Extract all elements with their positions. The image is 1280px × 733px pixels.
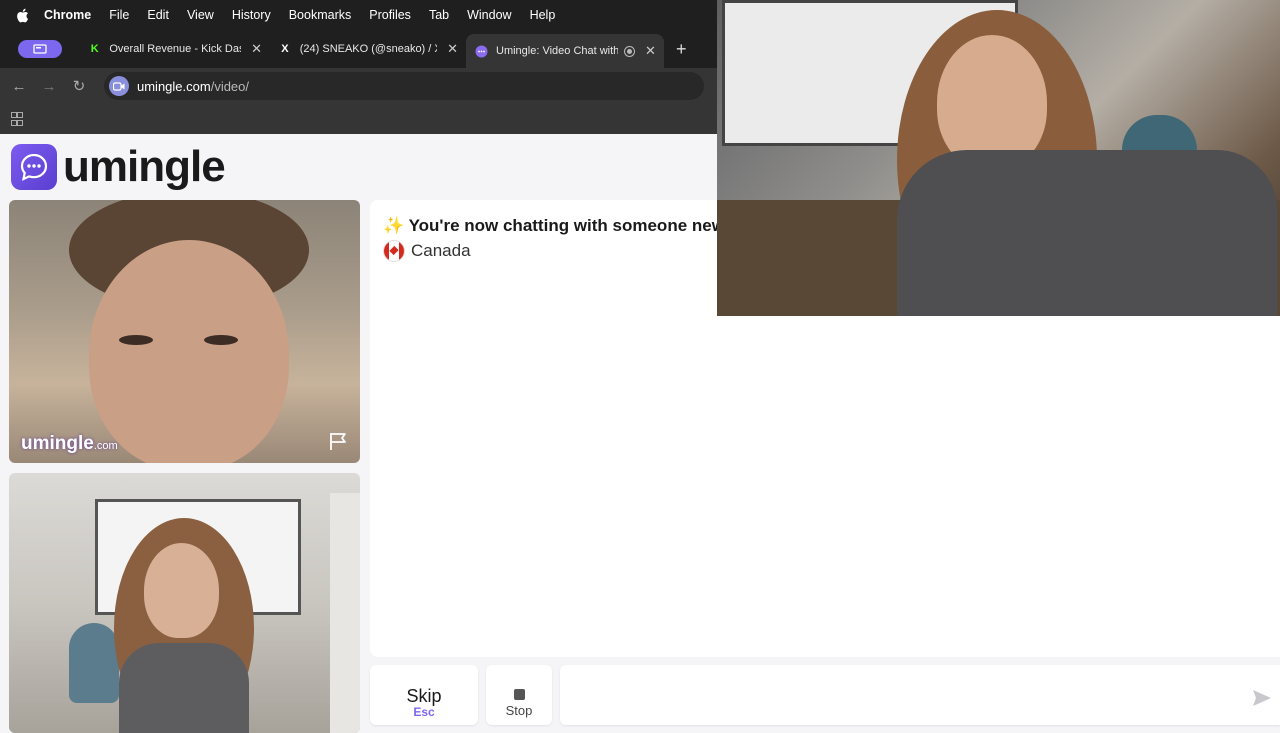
shelf xyxy=(330,493,360,733)
microphone xyxy=(69,623,119,703)
wall-sign xyxy=(9,483,51,583)
umingle-logo[interactable]: umingle xyxy=(11,142,226,192)
browser-toolbar: ← → ↻ umingle.com/video/ xyxy=(0,68,717,104)
menu-bookmarks[interactable]: Bookmarks xyxy=(289,8,352,22)
menu-app-name[interactable]: Chrome xyxy=(44,8,91,22)
skip-label: Skip xyxy=(406,686,442,706)
stop-icon xyxy=(514,689,525,700)
url-host: umingle.com xyxy=(137,78,211,94)
chat-bubble-icon xyxy=(11,144,57,190)
overlay-shirt xyxy=(897,150,1277,316)
stop-button[interactable]: Stop xyxy=(486,665,552,725)
tab-sneako-x[interactable]: X (24) SNEAKO (@sneako) / X ✕ xyxy=(270,34,466,64)
tab-kick-dashboard[interactable]: K Overall Revenue - Kick Dashb ✕ xyxy=(80,34,270,64)
send-icon[interactable] xyxy=(1252,689,1272,707)
skip-hotkey: Esc xyxy=(413,705,435,719)
menu-file[interactable]: File xyxy=(109,8,129,22)
address-bar[interactable]: umingle.com/video/ xyxy=(104,72,704,100)
local-video xyxy=(9,473,360,733)
remote-eye-right xyxy=(204,335,238,345)
bookmarks-bar xyxy=(0,104,717,134)
umingle-favicon-icon xyxy=(474,44,488,58)
close-tab-icon[interactable]: ✕ xyxy=(645,43,656,59)
kick-favicon-icon: K xyxy=(90,43,99,55)
chat-status-message: ✨ You're now chatting with someone new xyxy=(383,216,725,235)
chat-country: Canada xyxy=(383,240,471,262)
tab-strip: K Overall Revenue - Kick Dashb ✕ X (24) … xyxy=(0,30,717,68)
tab-search-icon[interactable] xyxy=(18,40,62,58)
x-favicon-icon: X xyxy=(281,43,289,55)
close-tab-icon[interactable]: ✕ xyxy=(251,41,262,57)
menu-history[interactable]: History xyxy=(232,8,271,22)
new-tab-icon[interactable]: + xyxy=(676,39,687,60)
menu-window[interactable]: Window xyxy=(467,8,511,22)
skip-button[interactable]: Skip Esc xyxy=(370,665,478,725)
menu-view[interactable]: View xyxy=(187,8,214,22)
menu-tab[interactable]: Tab xyxy=(429,8,449,22)
menu-profiles[interactable]: Profiles xyxy=(369,8,411,22)
canada-flag-icon xyxy=(383,240,405,262)
watermark-suffix: .com xyxy=(93,440,118,452)
remote-video: umingle.com xyxy=(9,200,360,463)
url-path: /video/ xyxy=(210,78,250,94)
back-arrow-icon[interactable]: ← xyxy=(4,78,34,95)
remote-eye-left xyxy=(119,335,153,345)
recording-icon xyxy=(624,45,635,57)
stop-label: Stop xyxy=(505,703,533,718)
tab-title: Umingle: Video Chat with xyxy=(496,45,618,57)
site-video-icon[interactable] xyxy=(109,76,129,96)
forward-arrow-icon[interactable]: → xyxy=(34,78,64,95)
logo-wordmark: umingle xyxy=(63,142,226,191)
message-box xyxy=(560,665,1280,725)
close-tab-icon[interactable]: ✕ xyxy=(447,41,458,57)
reload-icon[interactable]: ↻ xyxy=(64,77,94,95)
watermark-text: umingle xyxy=(21,433,94,454)
umingle-watermark: umingle.com xyxy=(21,433,118,455)
tab-title: Overall Revenue - Kick Dashb xyxy=(109,43,241,55)
apps-grid-icon[interactable] xyxy=(11,112,23,126)
message-input[interactable] xyxy=(564,673,1238,701)
report-flag-icon[interactable] xyxy=(328,431,350,451)
local-face xyxy=(144,543,219,638)
menu-edit[interactable]: Edit xyxy=(147,8,169,22)
streamer-webcam-overlay xyxy=(717,0,1280,316)
tab-umingle[interactable]: Umingle: Video Chat with ✕ xyxy=(466,34,664,68)
apple-icon[interactable] xyxy=(16,7,30,23)
remote-face xyxy=(89,240,289,463)
country-name: Canada xyxy=(411,241,471,260)
tab-title: (24) SNEAKO (@sneako) / X xyxy=(299,43,438,55)
menu-help[interactable]: Help xyxy=(530,8,556,22)
